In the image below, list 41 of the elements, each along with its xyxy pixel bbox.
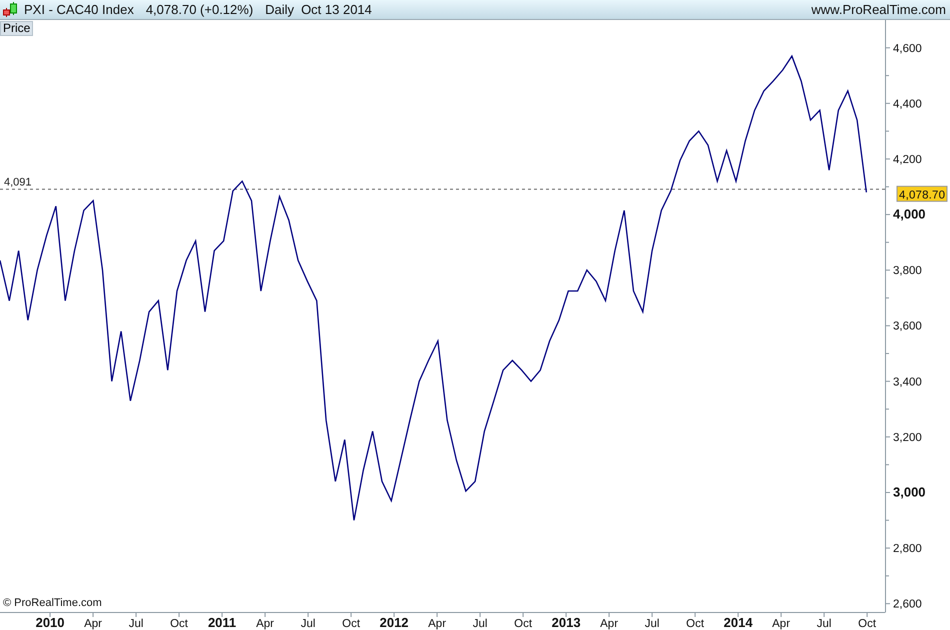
- y-tick-label: 3,200: [893, 432, 922, 444]
- x-tick-label: Apr: [428, 618, 446, 630]
- x-tick-label: Jul: [128, 618, 144, 630]
- symbol-title: PXI - CAC40 Index: [24, 2, 134, 17]
- x-tick-label: Apr: [600, 618, 618, 630]
- y-tick-label: 3,800: [893, 265, 922, 278]
- x-tick-label: Apr: [84, 618, 102, 630]
- x-tick-label: 2011: [208, 615, 236, 630]
- x-tick-label: 2010: [36, 615, 65, 630]
- period-text: Daily: [265, 2, 294, 17]
- website-text: www.ProRealTime.com: [811, 2, 946, 17]
- x-tick-label: Apr: [256, 618, 274, 630]
- x-tick-label: 2013: [552, 615, 581, 630]
- y-tick-label: 4,600: [893, 42, 922, 55]
- x-tick-label: Oct: [342, 618, 360, 630]
- y-tick-label: 4,400: [893, 98, 922, 110]
- y-tick-label: 3,000: [893, 484, 926, 500]
- x-tick-label: Oct: [686, 618, 704, 630]
- x-tick-label: 2012: [380, 615, 409, 630]
- x-tick-label: Jul: [300, 618, 316, 630]
- y-tick-label: 2,600: [893, 598, 922, 611]
- x-tick-label: 2014: [724, 615, 753, 630]
- y-tick-label: 3,400: [893, 376, 922, 388]
- x-tick-label: Oct: [170, 618, 188, 630]
- last-price-tag: 4,078.70: [896, 186, 948, 202]
- y-tick-label: 3,600: [893, 320, 922, 333]
- copyright-text: © ProRealTime.com: [3, 597, 102, 609]
- candlestick-icon: [3, 2, 17, 17]
- x-tick-label: Apr: [772, 618, 790, 630]
- x-tick-label: Oct: [514, 618, 532, 630]
- y-tick-label: 4,200: [893, 154, 922, 166]
- y-tick-label: 2,800: [893, 543, 922, 556]
- date-text: Oct 13 2014: [301, 2, 372, 17]
- x-tick-label: Jul: [472, 618, 488, 630]
- x-tick-label: Oct: [858, 618, 876, 630]
- y-tick-label: 4,000: [893, 206, 926, 222]
- panel-label: Price: [0, 21, 34, 36]
- quote-text: 4,078.70 (+0.12%): [146, 2, 254, 17]
- reference-label: 4,091: [4, 176, 32, 188]
- x-tick-label: Jul: [644, 618, 660, 630]
- x-tick-label: Jul: [816, 618, 832, 630]
